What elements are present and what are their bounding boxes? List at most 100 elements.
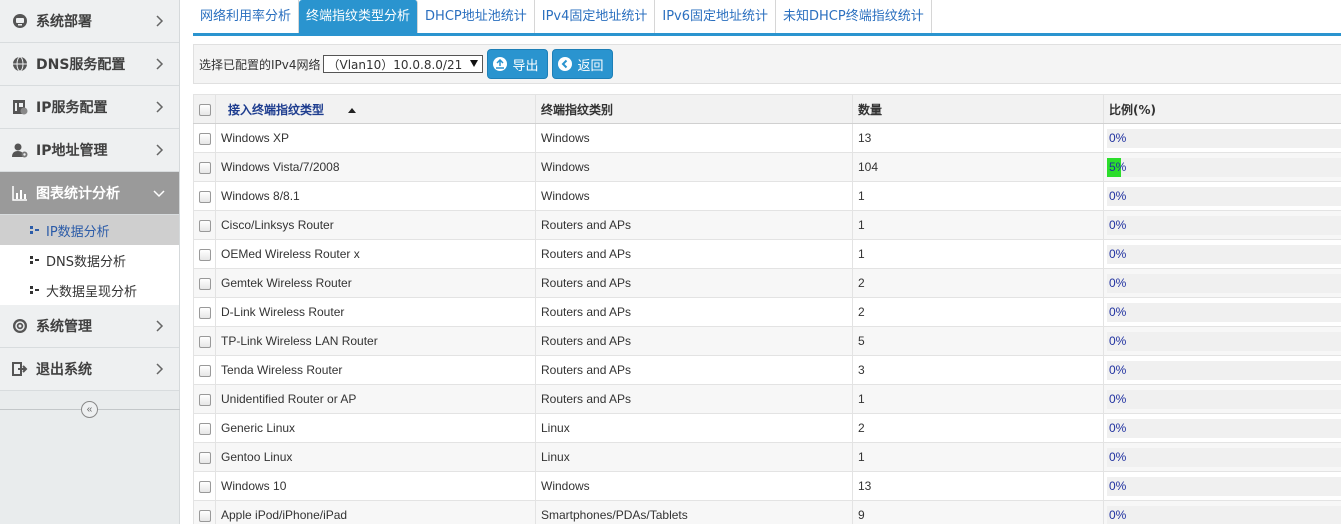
row-checkbox[interactable] bbox=[198, 451, 211, 464]
chevron-right-icon bbox=[156, 101, 164, 113]
row-checkbox-cell bbox=[193, 152, 216, 182]
ratio-bar bbox=[1107, 274, 1341, 293]
sidebar-item-dns-config[interactable]: DNS服务配置 bbox=[0, 43, 179, 86]
cell-fingerprint-type: Cisco/Linksys Router bbox=[215, 210, 536, 240]
sidebar-item-chart-analysis[interactable]: 图表统计分析 bbox=[0, 172, 179, 215]
ratio-value: 0% bbox=[1109, 479, 1127, 493]
cell-count: 2 bbox=[852, 297, 1104, 327]
cell-fingerprint-category: Windows bbox=[535, 181, 853, 211]
tab-network-utilization[interactable]: 网络利用率分析 bbox=[193, 0, 300, 33]
row-checkbox[interactable] bbox=[198, 248, 211, 261]
export-button[interactable]: 导出 bbox=[486, 49, 548, 79]
sidebar-item-label: 系统部署 bbox=[36, 14, 92, 30]
table-row[interactable]: Windows XP Windows 13 0% bbox=[193, 123, 1341, 153]
cell-fingerprint-type: Gentoo Linux bbox=[215, 442, 536, 472]
row-checkbox[interactable] bbox=[198, 393, 211, 406]
cell-fingerprint-type: D-Link Wireless Router bbox=[215, 297, 536, 327]
list-bullet-icon bbox=[30, 285, 40, 295]
row-checkbox[interactable] bbox=[198, 364, 211, 377]
row-checkbox[interactable] bbox=[198, 277, 211, 290]
column-header-category[interactable]: 终端指纹类别 bbox=[535, 94, 853, 124]
sidebar-subitem-bigdata-analysis[interactable]: 大数据呈现分析 bbox=[0, 275, 179, 305]
cell-fingerprint-type: Windows 10 bbox=[215, 471, 536, 501]
sidebar-item-deploy[interactable]: 系统部署 bbox=[0, 0, 179, 43]
row-checkbox[interactable] bbox=[198, 161, 211, 174]
cell-fingerprint-type: Apple iPod/iPhone/iPad bbox=[215, 500, 536, 524]
ratio-bar bbox=[1107, 419, 1341, 438]
back-button[interactable]: 返回 bbox=[551, 49, 613, 79]
logout-icon bbox=[11, 360, 29, 378]
tab-dhcp-pool[interactable]: DHCP地址池统计 bbox=[418, 0, 535, 33]
table-row[interactable]: Windows 8/8.1 Windows 1 0% bbox=[193, 181, 1341, 211]
column-header-count[interactable]: 数量 bbox=[852, 94, 1104, 124]
tab-ipv6-fixed[interactable]: IPv6固定地址统计 bbox=[655, 0, 777, 33]
sidebar-subitem-ip-analysis[interactable]: IP数据分析 bbox=[0, 215, 179, 245]
network-select-label: 选择已配置的IPv4网络 bbox=[199, 57, 321, 72]
row-checkbox[interactable] bbox=[198, 190, 211, 203]
select-all-checkbox[interactable] bbox=[198, 103, 211, 116]
sidebar-item-ip-management[interactable]: IP地址管理 bbox=[0, 129, 179, 172]
cell-ratio: 5% bbox=[1103, 152, 1341, 182]
table-body: Windows XP Windows 13 0% Windows Vista/7/200… bbox=[193, 123, 1341, 524]
column-header-ratio[interactable]: 比例(%) bbox=[1103, 94, 1341, 124]
table-row[interactable]: Generic Linux Linux 2 0% bbox=[193, 413, 1341, 443]
cell-ratio: 0% bbox=[1103, 181, 1341, 211]
cell-fingerprint-category: Routers and APs bbox=[535, 355, 853, 385]
cell-ratio: 0% bbox=[1103, 500, 1341, 524]
table-row[interactable]: Apple iPod/iPhone/iPad Smartphones/PDAs/T… bbox=[193, 500, 1341, 524]
row-checkbox[interactable] bbox=[198, 422, 211, 435]
ratio-bar bbox=[1107, 303, 1341, 322]
table-row[interactable]: Gemtek Wireless Router Routers and APs 2 0% bbox=[193, 268, 1341, 298]
tab-ipv4-fixed[interactable]: IPv4固定地址统计 bbox=[535, 0, 656, 33]
ip-config-icon bbox=[11, 98, 29, 116]
row-checkbox[interactable] bbox=[198, 509, 211, 522]
row-checkbox[interactable] bbox=[198, 132, 211, 145]
row-checkbox[interactable] bbox=[198, 335, 211, 348]
ratio-bar bbox=[1107, 361, 1341, 380]
cell-ratio: 0% bbox=[1103, 471, 1341, 501]
table-row[interactable]: Gentoo Linux Linux 1 0% bbox=[193, 442, 1341, 472]
export-button-label: 导出 bbox=[512, 58, 539, 74]
row-checkbox[interactable] bbox=[198, 219, 211, 232]
cell-ratio: 0% bbox=[1103, 210, 1341, 240]
sidebar-item-logout[interactable]: 退出系统 bbox=[0, 348, 179, 391]
ratio-bar bbox=[1107, 477, 1341, 496]
cell-ratio: 0% bbox=[1103, 413, 1341, 443]
tab-unknown-dhcp[interactable]: 未知DHCP终端指纹统计 bbox=[776, 0, 932, 33]
cell-ratio: 0% bbox=[1103, 123, 1341, 153]
table-row[interactable]: OEMed Wireless Router x Routers and APs 1 0… bbox=[193, 239, 1341, 269]
table-row[interactable]: Tenda Wireless Router Routers and APs 3 0% bbox=[193, 355, 1341, 385]
cell-count: 2 bbox=[852, 268, 1104, 298]
row-checkbox-cell bbox=[193, 239, 216, 269]
cell-fingerprint-category: Windows bbox=[535, 471, 853, 501]
ratio-value: 0% bbox=[1109, 392, 1127, 406]
table-row[interactable]: D-Link Wireless Router Routers and APs 2 0% bbox=[193, 297, 1341, 327]
row-checkbox-cell bbox=[193, 123, 216, 153]
collapse-sidebar-icon[interactable]: « bbox=[81, 401, 98, 418]
cell-count: 5 bbox=[852, 326, 1104, 356]
sidebar-subitem-dns-analysis[interactable]: DNS数据分析 bbox=[0, 245, 179, 275]
chevron-right-icon bbox=[156, 15, 164, 27]
ratio-value: 0% bbox=[1109, 363, 1127, 377]
table-row[interactable]: Windows Vista/7/2008 Windows 104 5% bbox=[193, 152, 1341, 182]
cell-count: 1 bbox=[852, 384, 1104, 414]
table-row[interactable]: Cisco/Linksys Router Routers and APs 1 0% bbox=[193, 210, 1341, 240]
column-header-label: 接入终端指纹类型 bbox=[228, 102, 325, 117]
row-checkbox[interactable] bbox=[198, 306, 211, 319]
ratio-value: 0% bbox=[1109, 508, 1127, 522]
export-icon bbox=[492, 57, 507, 71]
table-row[interactable]: TP-Link Wireless LAN Router Routers and A… bbox=[193, 326, 1341, 356]
sidebar-item-system-management[interactable]: 系统管理 bbox=[0, 305, 179, 348]
table-row[interactable]: Windows 10 Windows 13 0% bbox=[193, 471, 1341, 501]
chevron-right-icon bbox=[156, 320, 164, 332]
network-select[interactable]: （Vlan10）10.0.8.0/21 bbox=[322, 55, 483, 73]
ratio-bar bbox=[1107, 448, 1341, 467]
tab-terminal-fingerprint[interactable]: 终端指纹类型分析 bbox=[299, 0, 419, 33]
table-row[interactable]: Unidentified Router or AP Routers and APs… bbox=[193, 384, 1341, 414]
sidebar-item-ip-config[interactable]: IP服务配置 bbox=[0, 86, 179, 129]
cell-fingerprint-category: Routers and APs bbox=[535, 210, 853, 240]
ratio-bar bbox=[1107, 506, 1341, 524]
column-header-type[interactable]: 接入终端指纹类型 bbox=[215, 94, 536, 124]
row-checkbox[interactable] bbox=[198, 480, 211, 493]
row-checkbox-cell bbox=[193, 384, 216, 414]
